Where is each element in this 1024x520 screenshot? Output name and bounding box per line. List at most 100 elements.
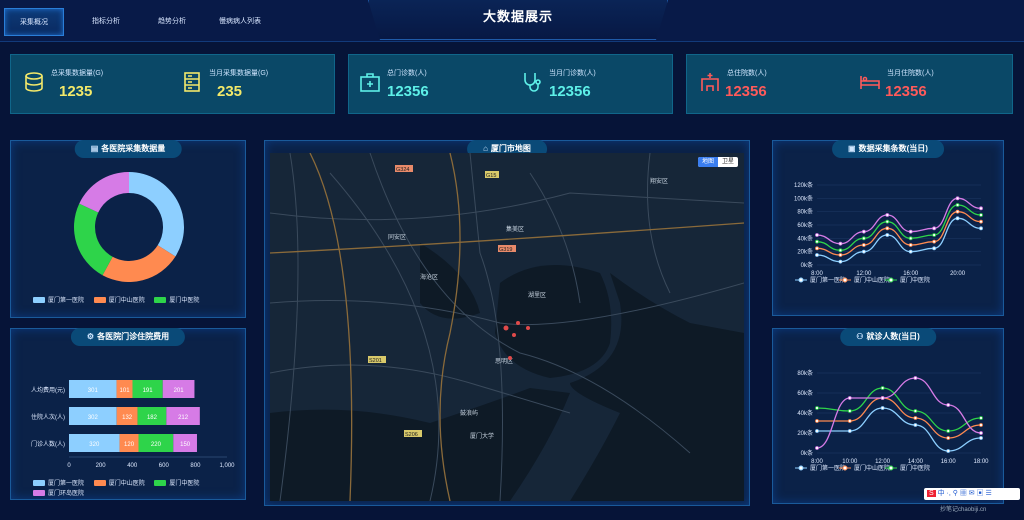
data-point — [861, 236, 866, 241]
medical-kit-icon — [360, 73, 380, 92]
users-icon: ⚇ — [856, 332, 864, 341]
map-label: 翔安区 — [650, 177, 668, 185]
legend-swatch — [33, 297, 45, 304]
legend-swatch — [154, 297, 167, 304]
map-mode-button[interactable]: 地图 — [697, 157, 718, 167]
legend-marker — [888, 277, 894, 283]
xiamen-map[interactable]: 同安区 集美区 湖里区 思明区 海沧区 翔安区 厦门大学 鼓浪屿 G15 G32… — [270, 153, 744, 501]
stat-total-inpatient: 总住院数(人) 12356 — [699, 55, 839, 115]
watermark: S 中 ·, ⚲ ▦ ✉ ▣ ☰ 抄笔记chaobiji.cn — [914, 486, 1024, 520]
data-point — [815, 429, 819, 433]
legend-marker — [888, 465, 894, 471]
legend-swatch — [93, 297, 106, 304]
donut-chart — [74, 172, 184, 282]
y-tick-label: 120k条 — [794, 181, 813, 189]
data-point — [979, 431, 983, 435]
panel-title: ⚇ 就诊人数(当日) — [840, 328, 936, 346]
map-type-toggle[interactable]: 地图 卫星 — [697, 157, 738, 167]
bar-value-label: 212 — [178, 415, 189, 421]
satellite-mode-button[interactable]: 卫星 — [718, 157, 738, 167]
category-label: 住院人次(人) — [31, 413, 65, 421]
tab-indicator-analysis[interactable]: 指标分析 — [76, 8, 136, 36]
stat-total-outpatient: 总门诊数(人) 12356 — [359, 55, 499, 115]
map-label: 海沧区 — [420, 273, 438, 281]
stat-month-data: 当月采集数据量(G) 235 — [181, 55, 331, 115]
bar-chart-panel: ⚙ 各医院门诊住院费用 人均费用(元) 301 101 191 201 住院人次(人) 302… — [10, 328, 246, 500]
x-tick-label: 800 — [190, 463, 201, 469]
data-point — [955, 209, 960, 214]
x-tick-label: 8:00 — [811, 459, 823, 465]
ime-toolbar[interactable]: S 中 ·, ⚲ ▦ ✉ ▣ ☰ — [924, 488, 1020, 500]
y-tick-label: 100k条 — [794, 194, 813, 202]
data-point — [815, 419, 819, 423]
legend-marker — [842, 465, 848, 471]
legend-label: 厦门中山医院 — [854, 276, 890, 284]
data-point — [880, 406, 885, 410]
bar-value-label: 220 — [151, 442, 162, 448]
data-point — [885, 219, 890, 224]
stat-value: 235 — [217, 83, 243, 100]
road-sign: S206 — [405, 432, 418, 438]
line-chart-visits: 0k条 20k条 40k条 60k条 80k条 8:00 10:00 12:00 14:00 16… — [795, 369, 989, 472]
data-point — [932, 239, 937, 244]
data-point — [861, 229, 866, 234]
legend-marker — [798, 277, 804, 283]
legend-label: 厦门第一医院 — [48, 481, 85, 487]
data-point — [908, 249, 913, 254]
pie-slice — [102, 245, 176, 282]
data-point — [908, 243, 913, 247]
data-point — [932, 246, 937, 251]
series-line — [816, 387, 982, 432]
data-point — [847, 419, 852, 423]
chart-icon: ▣ — [848, 144, 856, 153]
stethoscope-icon — [524, 73, 541, 92]
data-point — [815, 239, 819, 244]
x-tick-label: 14:00 — [908, 459, 924, 465]
x-tick-label: 200 — [96, 463, 107, 469]
bar-value-label: 120 — [124, 442, 135, 448]
data-point — [979, 436, 983, 440]
bar-value-label: 101 — [120, 388, 131, 394]
data-point — [946, 403, 951, 407]
y-tick-label: 40k条 — [797, 409, 813, 417]
inpatient-panel: 总住院数(人) 12356 当月住院数(人) 12356 — [686, 54, 1013, 114]
server-icon: ▤ — [90, 144, 99, 153]
data-point — [847, 396, 852, 400]
map-icon: ⌂ — [483, 144, 488, 153]
road-sign: G15 — [486, 173, 496, 179]
stat-value: 1235 — [59, 83, 93, 100]
x-tick-label: 20:00 — [950, 271, 966, 277]
stat-label: 当月住院数(人) — [887, 70, 934, 77]
legend-label: 厦门中医院 — [900, 464, 930, 472]
legend-label: 厦门环岛医院 — [48, 491, 85, 497]
legend-label: 厦门中山医院 — [108, 481, 145, 487]
road-sign: G324 — [396, 167, 409, 173]
legend-marker — [842, 277, 848, 283]
bar-value-label: 191 — [143, 388, 154, 394]
bar-value-label: 301 — [88, 388, 99, 394]
data-point — [815, 446, 819, 450]
tab-chronic-patients[interactable]: 慢病病人列表 — [208, 8, 272, 36]
tab-collection-overview[interactable]: 采集概况 — [4, 8, 64, 36]
data-volume-panel: 总采集数据量(G) 1235 当月采集数据量(G) 235 — [10, 54, 335, 114]
hospital-icon — [701, 73, 719, 91]
road-sign: S201 — [369, 358, 382, 364]
panel-title: ⚙ 各医院门诊住院费用 — [70, 328, 186, 346]
x-tick-label: 16:00 — [941, 459, 957, 465]
stat-value: 12356 — [725, 83, 767, 100]
bar-value-label: 320 — [89, 442, 100, 448]
y-tick-label: 60k条 — [797, 221, 813, 229]
tab-trend-analysis[interactable]: 趋势分析 — [142, 8, 202, 36]
y-tick-label: 0k条 — [801, 261, 813, 269]
pie-slice — [74, 203, 113, 276]
data-point — [955, 216, 960, 221]
stat-month-inpatient: 当月住院数(人) 12356 — [859, 55, 1009, 115]
stat-label: 总住院数(人) — [727, 70, 767, 77]
donut-legend: 厦门第一医院 厦门中山医院 厦门中医院 — [33, 295, 199, 304]
y-tick-label: 40k条 — [797, 234, 813, 242]
data-point — [880, 386, 885, 390]
outpatient-panel: 总门诊数(人) 12356 当月门诊数(人) 12356 — [348, 54, 673, 114]
x-tick-label: 16:00 — [903, 271, 919, 277]
map-canvas[interactable]: 同安区 集美区 湖里区 思明区 海沧区 翔安区 厦门大学 鼓浪屿 G15 G32… — [270, 153, 744, 501]
data-point — [838, 241, 843, 246]
